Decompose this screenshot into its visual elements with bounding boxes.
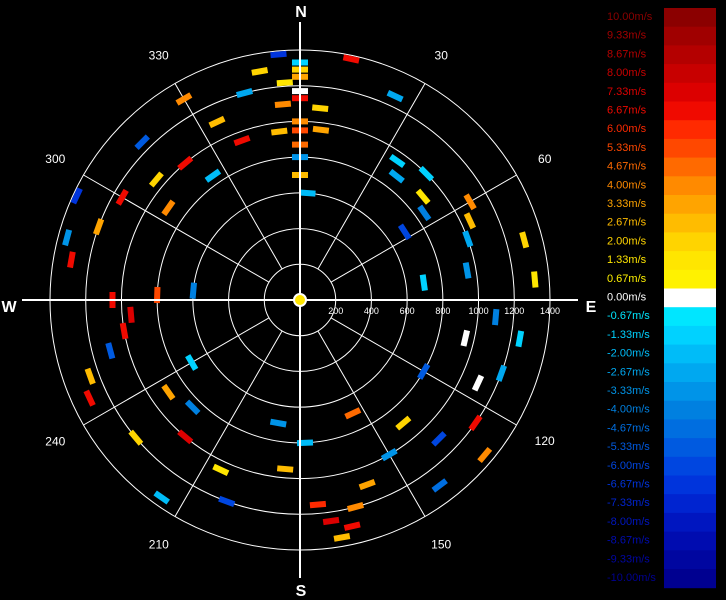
colorbar-swatch — [664, 120, 716, 140]
colorbar-label: 0.67m/s — [607, 273, 647, 285]
colorbar-swatch — [664, 288, 716, 308]
colorbar-label: -4.00m/s — [607, 404, 650, 416]
colorbar-swatch — [664, 82, 716, 102]
colorbar-label: 0.00m/s — [607, 292, 647, 304]
colorbar-label: -8.00m/s — [607, 516, 650, 528]
colorbar-label: -7.33m/s — [607, 497, 650, 509]
colorbar-label: -6.00m/s — [607, 460, 650, 472]
colorbar-swatch — [664, 325, 716, 346]
colorbar-label: -9.33m/s — [607, 553, 650, 565]
colorbar-swatch — [664, 157, 716, 177]
colorbar-label: 7.33m/s — [607, 86, 647, 98]
colorbar-swatch — [664, 213, 716, 233]
colorbar-swatch — [664, 64, 716, 84]
colorbar-swatch — [664, 494, 716, 514]
colorbar-label: -2.67m/s — [607, 366, 650, 378]
colorbar-swatch — [664, 550, 716, 570]
colorbar-label: 6.67m/s — [607, 105, 647, 117]
colorbar-label: 5.33m/s — [607, 142, 647, 154]
colorbar-swatch — [664, 307, 716, 327]
colorbar-label: -0.67m/s — [607, 310, 650, 322]
colorbar-label: 2.67m/s — [607, 217, 647, 229]
colorbar-swatch — [664, 269, 716, 289]
colorbar-swatch — [664, 138, 716, 159]
colorbar-swatch — [664, 531, 716, 551]
colorbar-label: 4.67m/s — [607, 161, 647, 173]
colorbar-swatch — [664, 419, 716, 439]
colorbar-label: 1.33m/s — [607, 254, 647, 266]
colorbar-swatch — [664, 195, 716, 215]
colorbar-label: -1.33m/s — [607, 329, 650, 341]
colorbar-swatch — [664, 512, 716, 533]
colorbar-label: -4.67m/s — [607, 422, 650, 434]
colorbar-swatch — [664, 8, 716, 28]
colorbar-label: 3.33m/s — [607, 198, 647, 210]
colorbar-swatch — [664, 400, 716, 420]
colorbar-swatch — [664, 363, 716, 383]
colorbar-label: 6.00m/s — [607, 123, 647, 135]
colorbar-labels: 10.00m/s 9.33m/s 8.67m/s 8.00m/s 7.33m/s 6.67… — [607, 11, 656, 584]
colorbar-label: -8.67m/s — [607, 535, 650, 547]
colorbar-swatch — [664, 45, 716, 65]
colorbar-label: 8.67m/s — [607, 48, 647, 60]
colorbar-label: -2.00m/s — [607, 348, 650, 360]
colorbar-swatch — [664, 569, 716, 589]
colorbar-label: 2.00m/s — [607, 235, 647, 247]
colorbar-label: 4.00m/s — [607, 179, 647, 191]
colorbar-label: -5.33m/s — [607, 441, 650, 453]
colorbar-swatch — [664, 344, 716, 364]
colorbar-label: -10.00m/s — [607, 572, 656, 584]
colorbar-label: 10.00m/s — [607, 11, 653, 23]
colorbar-swatch — [664, 382, 716, 402]
colorbar-swatch — [664, 438, 716, 458]
colorbar-swatch — [664, 232, 716, 252]
colorbar-swatch — [664, 176, 716, 196]
colorbar-swatch — [664, 475, 716, 495]
colorbar-swatch — [664, 26, 716, 46]
colorbar-swatch — [664, 251, 716, 271]
colorbar-swatch — [664, 101, 716, 121]
colorbar-swatch — [664, 456, 716, 476]
colorbar-label: -3.33m/s — [607, 385, 650, 397]
colorbar-label: -6.67m/s — [607, 479, 650, 491]
velocity-colorbar: 10.00m/s 9.33m/s 8.67m/s 8.00m/s 7.33m/s 6.67… — [607, 8, 716, 589]
colorbar-swatches — [664, 8, 716, 589]
colorbar-label: 9.33m/s — [607, 30, 647, 42]
colorbar-label: 8.00m/s — [607, 67, 647, 79]
